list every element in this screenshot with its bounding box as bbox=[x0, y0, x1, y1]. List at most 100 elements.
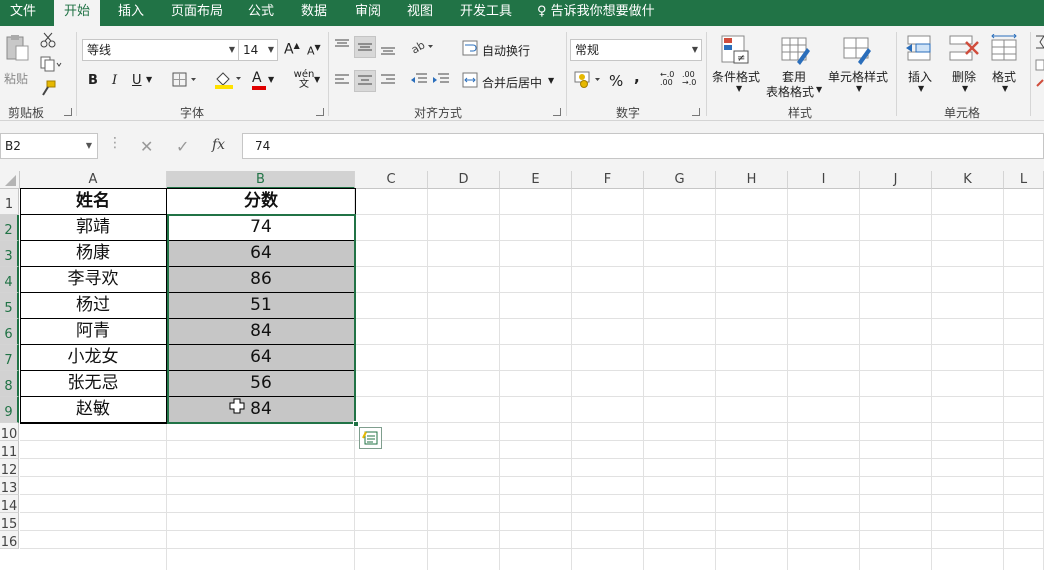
column-header-b[interactable]: B bbox=[167, 171, 355, 189]
chevron-down-icon[interactable]: ▼ bbox=[736, 84, 742, 93]
align-middle-icon[interactable] bbox=[354, 36, 376, 58]
chevron-down-icon[interactable]: ▼ bbox=[962, 84, 968, 93]
copy-icon[interactable] bbox=[40, 56, 62, 75]
increase-indent-icon[interactable] bbox=[432, 72, 450, 91]
format-painter-icon[interactable] bbox=[40, 80, 56, 99]
align-top-icon[interactable] bbox=[334, 38, 350, 57]
cut-icon[interactable] bbox=[40, 32, 56, 51]
italic-button[interactable]: I bbox=[112, 73, 117, 88]
column-header-e[interactable]: E bbox=[500, 171, 572, 189]
name-box[interactable]: B2 ▼ bbox=[0, 133, 98, 159]
phonetic-guide-button[interactable]: wén 文 bbox=[292, 70, 316, 90]
row-header-4[interactable]: 4 bbox=[0, 267, 19, 293]
header-cell-name[interactable]: 姓名 bbox=[20, 189, 166, 214]
row-header-6[interactable]: 6 bbox=[0, 319, 19, 345]
number-launcher[interactable] bbox=[692, 108, 700, 116]
row-header-13[interactable]: 13 bbox=[0, 477, 19, 496]
chevron-down-icon[interactable]: ▼ bbox=[548, 76, 554, 85]
font-color-button[interactable]: A bbox=[252, 70, 266, 90]
alignment-launcher[interactable] bbox=[553, 108, 561, 116]
row-header-15[interactable]: 15 bbox=[0, 513, 19, 532]
underline-button[interactable]: U bbox=[132, 73, 142, 88]
chevron-down-icon[interactable]: ▼ bbox=[268, 75, 274, 84]
more-options-icon[interactable]: ⋮ bbox=[108, 135, 122, 151]
formula-input[interactable]: 74 bbox=[242, 133, 1044, 159]
name-cell[interactable]: 阿青 bbox=[20, 319, 166, 344]
name-cell[interactable]: 张无忌 bbox=[20, 371, 166, 396]
score-cell[interactable]: 56 bbox=[168, 371, 354, 396]
name-cell[interactable]: 赵敏 bbox=[20, 397, 166, 422]
font-size-select[interactable]: 14 ▼ bbox=[238, 39, 278, 61]
column-header-d[interactable]: D bbox=[428, 171, 500, 189]
align-right-icon[interactable] bbox=[380, 72, 396, 91]
tab-view[interactable]: 视图 bbox=[407, 0, 437, 26]
format-table-label-2[interactable]: 表格格式 bbox=[766, 83, 814, 100]
align-left-icon[interactable] bbox=[334, 72, 350, 91]
score-cell[interactable]: 74 bbox=[168, 215, 354, 240]
decrease-indent-icon[interactable] bbox=[410, 72, 428, 91]
score-cell[interactable]: 64 bbox=[168, 345, 354, 370]
increase-decimal-button[interactable]: ←.0 .00 bbox=[660, 71, 678, 87]
column-header-i[interactable]: I bbox=[788, 171, 860, 189]
tab-page-layout[interactable]: 页面布局 bbox=[171, 0, 227, 26]
orientation-icon[interactable]: ab bbox=[409, 38, 436, 59]
select-all-button[interactable] bbox=[0, 171, 20, 189]
conditional-format-icon[interactable]: ≠ bbox=[720, 34, 752, 69]
accounting-format-icon[interactable] bbox=[574, 70, 604, 93]
format-cells-icon[interactable] bbox=[990, 33, 1020, 67]
borders-icon[interactable] bbox=[172, 72, 200, 91]
score-cell[interactable]: 51 bbox=[168, 293, 354, 318]
row-header-3[interactable]: 3 bbox=[0, 241, 19, 267]
conditional-format-button[interactable]: 条件格式 bbox=[712, 68, 760, 85]
tab-formulas[interactable]: 公式 bbox=[248, 0, 278, 26]
score-cell[interactable]: 84 bbox=[168, 397, 354, 422]
percent-button[interactable]: % bbox=[609, 72, 623, 90]
column-header-k[interactable]: K bbox=[932, 171, 1004, 189]
enter-icon[interactable]: ✓ bbox=[176, 137, 189, 156]
delete-cells-icon[interactable] bbox=[948, 34, 980, 67]
format-as-table-icon[interactable] bbox=[780, 34, 812, 69]
tab-insert[interactable]: 插入 bbox=[118, 0, 148, 26]
delete-cells-button[interactable]: 删除 bbox=[952, 68, 976, 85]
shrink-font-button[interactable]: A▼ bbox=[307, 43, 321, 58]
chevron-down-icon[interactable]: ▼ bbox=[146, 75, 152, 84]
name-cell[interactable]: 杨康 bbox=[20, 241, 166, 266]
comma-button[interactable]: , bbox=[634, 68, 640, 86]
font-launcher[interactable] bbox=[316, 108, 324, 116]
name-cell[interactable]: 李寻欢 bbox=[20, 267, 166, 292]
wrap-text-button[interactable]: 自动换行 bbox=[482, 42, 530, 59]
number-format-select[interactable]: 常规 ▼ bbox=[570, 39, 702, 61]
quick-analysis-button[interactable] bbox=[359, 427, 382, 449]
row-header-14[interactable]: 14 bbox=[0, 495, 19, 514]
column-header-j[interactable]: J bbox=[860, 171, 932, 189]
column-header-c[interactable]: C bbox=[355, 171, 428, 189]
chevron-down-icon[interactable]: ▼ bbox=[816, 85, 822, 94]
score-cell[interactable]: 86 bbox=[168, 267, 354, 292]
chevron-down-icon[interactable]: ▼ bbox=[314, 75, 320, 84]
chevron-down-icon[interactable]: ▼ bbox=[918, 84, 924, 93]
insert-cells-icon[interactable] bbox=[904, 34, 934, 67]
row-header-2[interactable]: 2 bbox=[0, 215, 19, 241]
tab-home[interactable]: 开始 bbox=[54, 0, 100, 26]
row-header-5[interactable]: 5 bbox=[0, 293, 19, 319]
tab-file[interactable]: 文件 bbox=[10, 0, 38, 26]
insert-function-icon[interactable]: fx bbox=[212, 137, 225, 153]
chevron-down-icon[interactable]: ▼ bbox=[1002, 84, 1008, 93]
paste-button[interactable] bbox=[4, 34, 30, 64]
tab-review[interactable]: 审阅 bbox=[355, 0, 385, 26]
row-header-12[interactable]: 12 bbox=[0, 459, 19, 478]
cancel-icon[interactable]: ✕ bbox=[140, 137, 153, 156]
merge-center-icon[interactable] bbox=[462, 72, 478, 91]
name-cell[interactable]: 小龙女 bbox=[20, 345, 166, 370]
score-cell[interactable]: 84 bbox=[168, 319, 354, 344]
column-header-h[interactable]: H bbox=[716, 171, 788, 189]
column-header-a[interactable]: A bbox=[20, 171, 167, 189]
row-header-8[interactable]: 8 bbox=[0, 371, 19, 397]
align-bottom-icon[interactable] bbox=[380, 40, 396, 59]
score-cell[interactable]: 64 bbox=[168, 241, 354, 266]
tell-me-box[interactable]: ♀ 告诉我你想要做什么 bbox=[537, 0, 667, 43]
format-cells-button[interactable]: 格式 bbox=[992, 68, 1016, 85]
row-header-10[interactable]: 10 bbox=[0, 423, 19, 442]
tab-data[interactable]: 数据 bbox=[301, 0, 331, 26]
row-header-9[interactable]: 9 bbox=[0, 397, 19, 423]
